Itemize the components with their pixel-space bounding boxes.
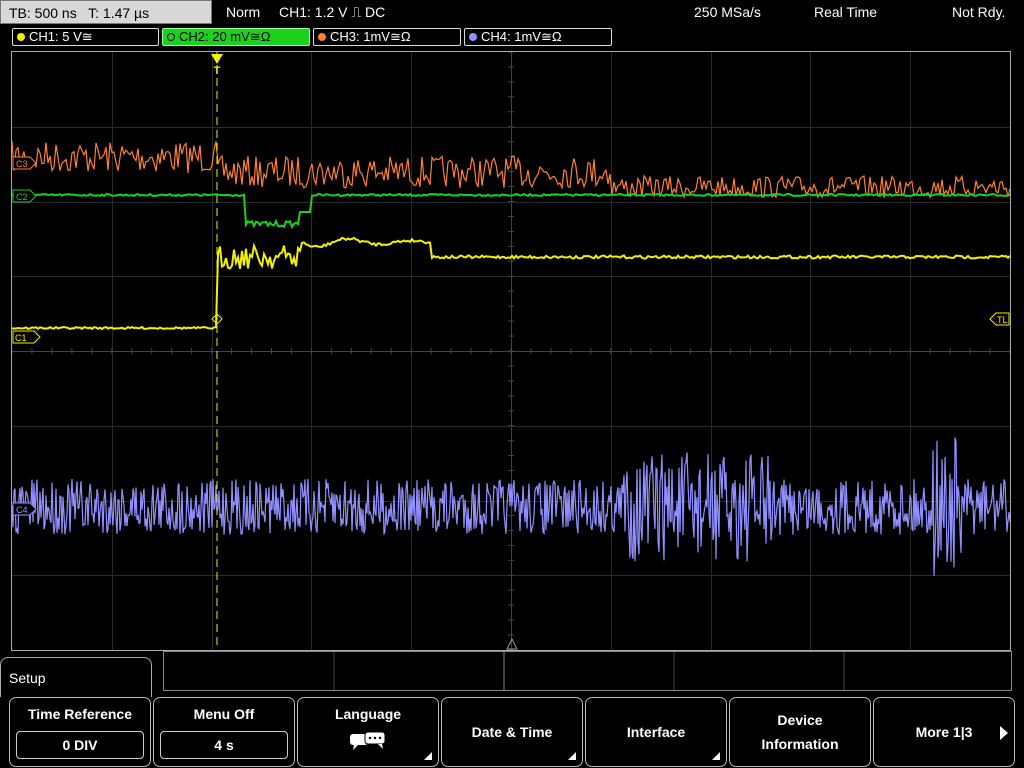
menu-off-label: Menu Off <box>193 706 255 722</box>
ch4-label: CH4: 1mV≅Ω <box>481 29 562 44</box>
timebase-text: TB: 500 ns <box>9 5 77 21</box>
ch2-dot-icon <box>167 32 175 41</box>
interface-button[interactable]: Interface <box>585 697 727 767</box>
menu-off-button[interactable]: Menu Off 4 s <box>153 697 295 767</box>
trigger-mode[interactable]: Norm <box>226 0 260 24</box>
time-reference-button[interactable]: Time Reference 0 DIV <box>9 697 151 767</box>
status-bar: TB: 500 ns T: 1.47 µs Norm CH1: 1.2 V ⎍ … <box>0 0 1024 26</box>
more-label: More 1|3 <box>915 724 973 740</box>
ch3-label: CH3: 1mV≅Ω <box>330 29 411 44</box>
ch4-dot-icon <box>469 32 477 41</box>
trigger-level-label: TL <box>997 315 1008 325</box>
language-label: Language <box>334 706 402 722</box>
submenu-corner-icon <box>424 752 432 760</box>
date-time-button[interactable]: Date & Time <box>441 697 583 767</box>
graticule <box>12 52 1010 650</box>
device-label: Device <box>777 712 823 728</box>
language-button[interactable]: Language <box>297 697 439 767</box>
ch3-marker[interactable]: C3 <box>12 156 37 170</box>
ch3-dot-icon <box>318 32 326 41</box>
submenu-corner-icon <box>568 752 576 760</box>
device-information-button[interactable]: Device Information <box>729 697 871 767</box>
ch2-marker[interactable]: C2 <box>12 189 37 203</box>
information-label: Information <box>761 736 839 752</box>
waveform-svg: T C3 C2 C1 C4 TL <box>12 52 1010 650</box>
trigger-pos-label: T <box>214 65 221 77</box>
sample-rate: 250 MSa/s <box>694 4 761 20</box>
acquisition-status: Not Rdy. <box>952 4 1006 20</box>
submenu-corner-icon <box>712 752 720 760</box>
overview-strip <box>163 651 1012 691</box>
menu-off-value: 4 s <box>160 731 288 759</box>
speech-bubble-icon <box>350 731 386 750</box>
ch2-marker-label: C2 <box>16 192 28 202</box>
ch1-marker-label: C1 <box>15 333 27 343</box>
ch4-marker-label: C4 <box>16 505 28 515</box>
time-reference-value: 0 DIV <box>16 731 144 759</box>
overview-grid-svg <box>333 652 845 690</box>
time-reference-label: Time Reference <box>27 706 132 722</box>
more-button[interactable]: More 1|3 <box>873 697 1015 767</box>
channel-tab-ch1[interactable]: CH1: 5 V≅ <box>12 28 159 46</box>
channel-tab-ch4[interactable]: CH4: 1mV≅Ω <box>464 28 612 46</box>
trigger-setting[interactable]: CH1: 1.2 V ⎍ DC <box>279 0 385 24</box>
ch1-label: CH1: 5 V≅ <box>29 29 93 44</box>
waveform-display[interactable]: T C3 C2 C1 C4 TL <box>11 51 1011 651</box>
date-time-label: Date & Time <box>471 724 553 740</box>
ch3-marker-label: C3 <box>16 159 28 169</box>
trigger-time-text: T: 1.47 µs <box>88 5 150 21</box>
trigger-level-marker[interactable]: TL <box>989 312 1010 326</box>
ch2-label: CH2: 20 mV≅Ω <box>179 29 271 44</box>
channel-tab-ch3[interactable]: CH3: 1mV≅Ω <box>313 28 461 46</box>
ch1-dot-icon <box>17 32 25 41</box>
interface-label: Interface <box>626 724 686 740</box>
arrow-right-icon <box>1000 726 1008 740</box>
menu-title: Setup <box>9 670 46 686</box>
timebase-box[interactable]: TB: 500 ns T: 1.47 µs <box>0 0 212 24</box>
acquisition-mode: Real Time <box>814 4 878 20</box>
ch1-marker[interactable]: C1 <box>12 330 41 344</box>
menu-title-tab: Setup <box>0 657 152 697</box>
channel-tab-ch2[interactable]: CH2: 20 mV≅Ω <box>162 28 310 46</box>
